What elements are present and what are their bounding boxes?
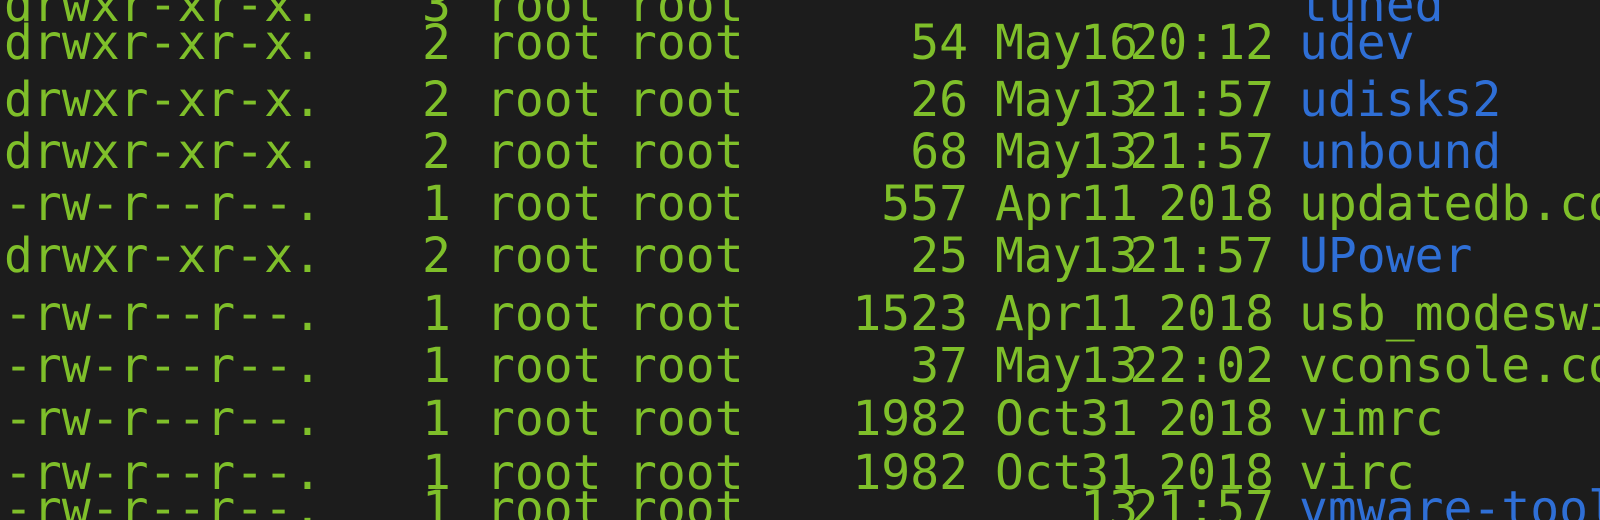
file-size: 26 [910,72,968,128]
link-count: 1 [422,391,451,447]
listing-row: drwxr-xr-x. 2 root root 25 May 13 21:57 … [0,227,1600,285]
listing-row: -rw-r--r--. 1 root root 557 Apr 11 2018 … [0,175,1600,233]
group: root [628,15,744,71]
owner: root [486,176,602,232]
file-size: 68 [910,124,968,180]
time-or-year: 21:57 [1129,124,1275,180]
group: root [628,481,744,520]
time-or-year: 2018 [1158,286,1274,342]
owner: root [486,391,602,447]
month: Apr [995,286,1082,342]
group: root [628,286,744,342]
link-count: 1 [422,286,451,342]
month: May [995,338,1082,394]
permissions: -rw-r--r--. [4,391,322,447]
owner: root [486,15,602,71]
month: May [995,15,1082,71]
month: Oct [995,391,1082,447]
permissions: drwxr-xr-x. [4,72,322,128]
directory-name: UPower [1299,228,1473,284]
group: root [628,176,744,232]
file-size: 1982 [852,391,968,447]
link-count: 2 [422,15,451,71]
link-count: 1 [422,338,451,394]
owner: root [486,124,602,180]
month: May [995,72,1082,128]
month: Apr [995,176,1082,232]
day: 11 [1080,286,1138,342]
owner: root [486,338,602,394]
time-or-year: 2018 [1158,176,1274,232]
permissions: drwxr-xr-x. [4,124,322,180]
link-count: 2 [422,228,451,284]
month: May [995,228,1082,284]
permissions: drwxr-xr-x. [4,15,322,71]
group: root [628,391,744,447]
owner: root [486,286,602,342]
month: May [995,124,1082,180]
file-name: updatedb.conf [1299,176,1600,232]
file-size: 25 [910,228,968,284]
listing-row: -rw-r--r--. 1 root root 37 May 13 22:02 … [0,337,1600,395]
permissions: drwxr-xr-x. [4,228,322,284]
file-size: 1523 [852,286,968,342]
link-count: 1 [422,481,451,520]
group: root [628,124,744,180]
permissions: -rw-r--r--. [4,481,322,520]
directory-name: vmware-tools [1299,481,1600,520]
terminal-window[interactable]: drwxr-xr-x. 3 root root tuned drwxr-xr-x… [0,0,1600,520]
permissions: -rw-r--r--. [4,176,322,232]
owner: root [486,228,602,284]
file-name: vconsole.conf [1299,338,1600,394]
directory-name: udisks2 [1299,72,1502,128]
file-name: usb_modeswitch.conf [1299,286,1600,342]
listing-row: drwxr-xr-x. 2 root root 54 May 16 20:12 … [0,14,1600,72]
listing-row: -rw-r--r--. 1 root root 13 21:57 vmware-… [0,480,1600,520]
file-size: 557 [881,176,968,232]
time-or-year: 22:02 [1129,338,1275,394]
time-or-year: 21:57 [1129,228,1275,284]
file-size: 37 [910,338,968,394]
time-or-year: 2018 [1158,391,1274,447]
group: root [628,338,744,394]
link-count: 2 [422,72,451,128]
listing-row: drwxr-xr-x. 2 root root 68 May 13 21:57 … [0,123,1600,181]
listing-row: -rw-r--r--. 1 root root 1523 Apr 11 2018… [0,285,1600,343]
file-size: 54 [910,15,968,71]
link-count: 2 [422,124,451,180]
permissions: -rw-r--r--. [4,338,322,394]
listing-row: -rw-r--r--. 1 root root 1982 Oct 31 2018… [0,390,1600,448]
owner: root [486,481,602,520]
link-count: 1 [422,176,451,232]
group: root [628,228,744,284]
day: 31 [1080,391,1138,447]
group: root [628,72,744,128]
permissions: -rw-r--r--. [4,286,322,342]
owner: root [486,72,602,128]
file-name: vimrc [1299,391,1444,447]
directory-name: udev [1299,15,1415,71]
time-or-year: 21:57 [1129,481,1275,520]
directory-name: unbound [1299,124,1502,180]
time-or-year: 20:12 [1129,15,1275,71]
listing-row: drwxr-xr-x. 2 root root 26 May 13 21:57 … [0,71,1600,129]
time-or-year: 21:57 [1129,72,1275,128]
day: 11 [1080,176,1138,232]
